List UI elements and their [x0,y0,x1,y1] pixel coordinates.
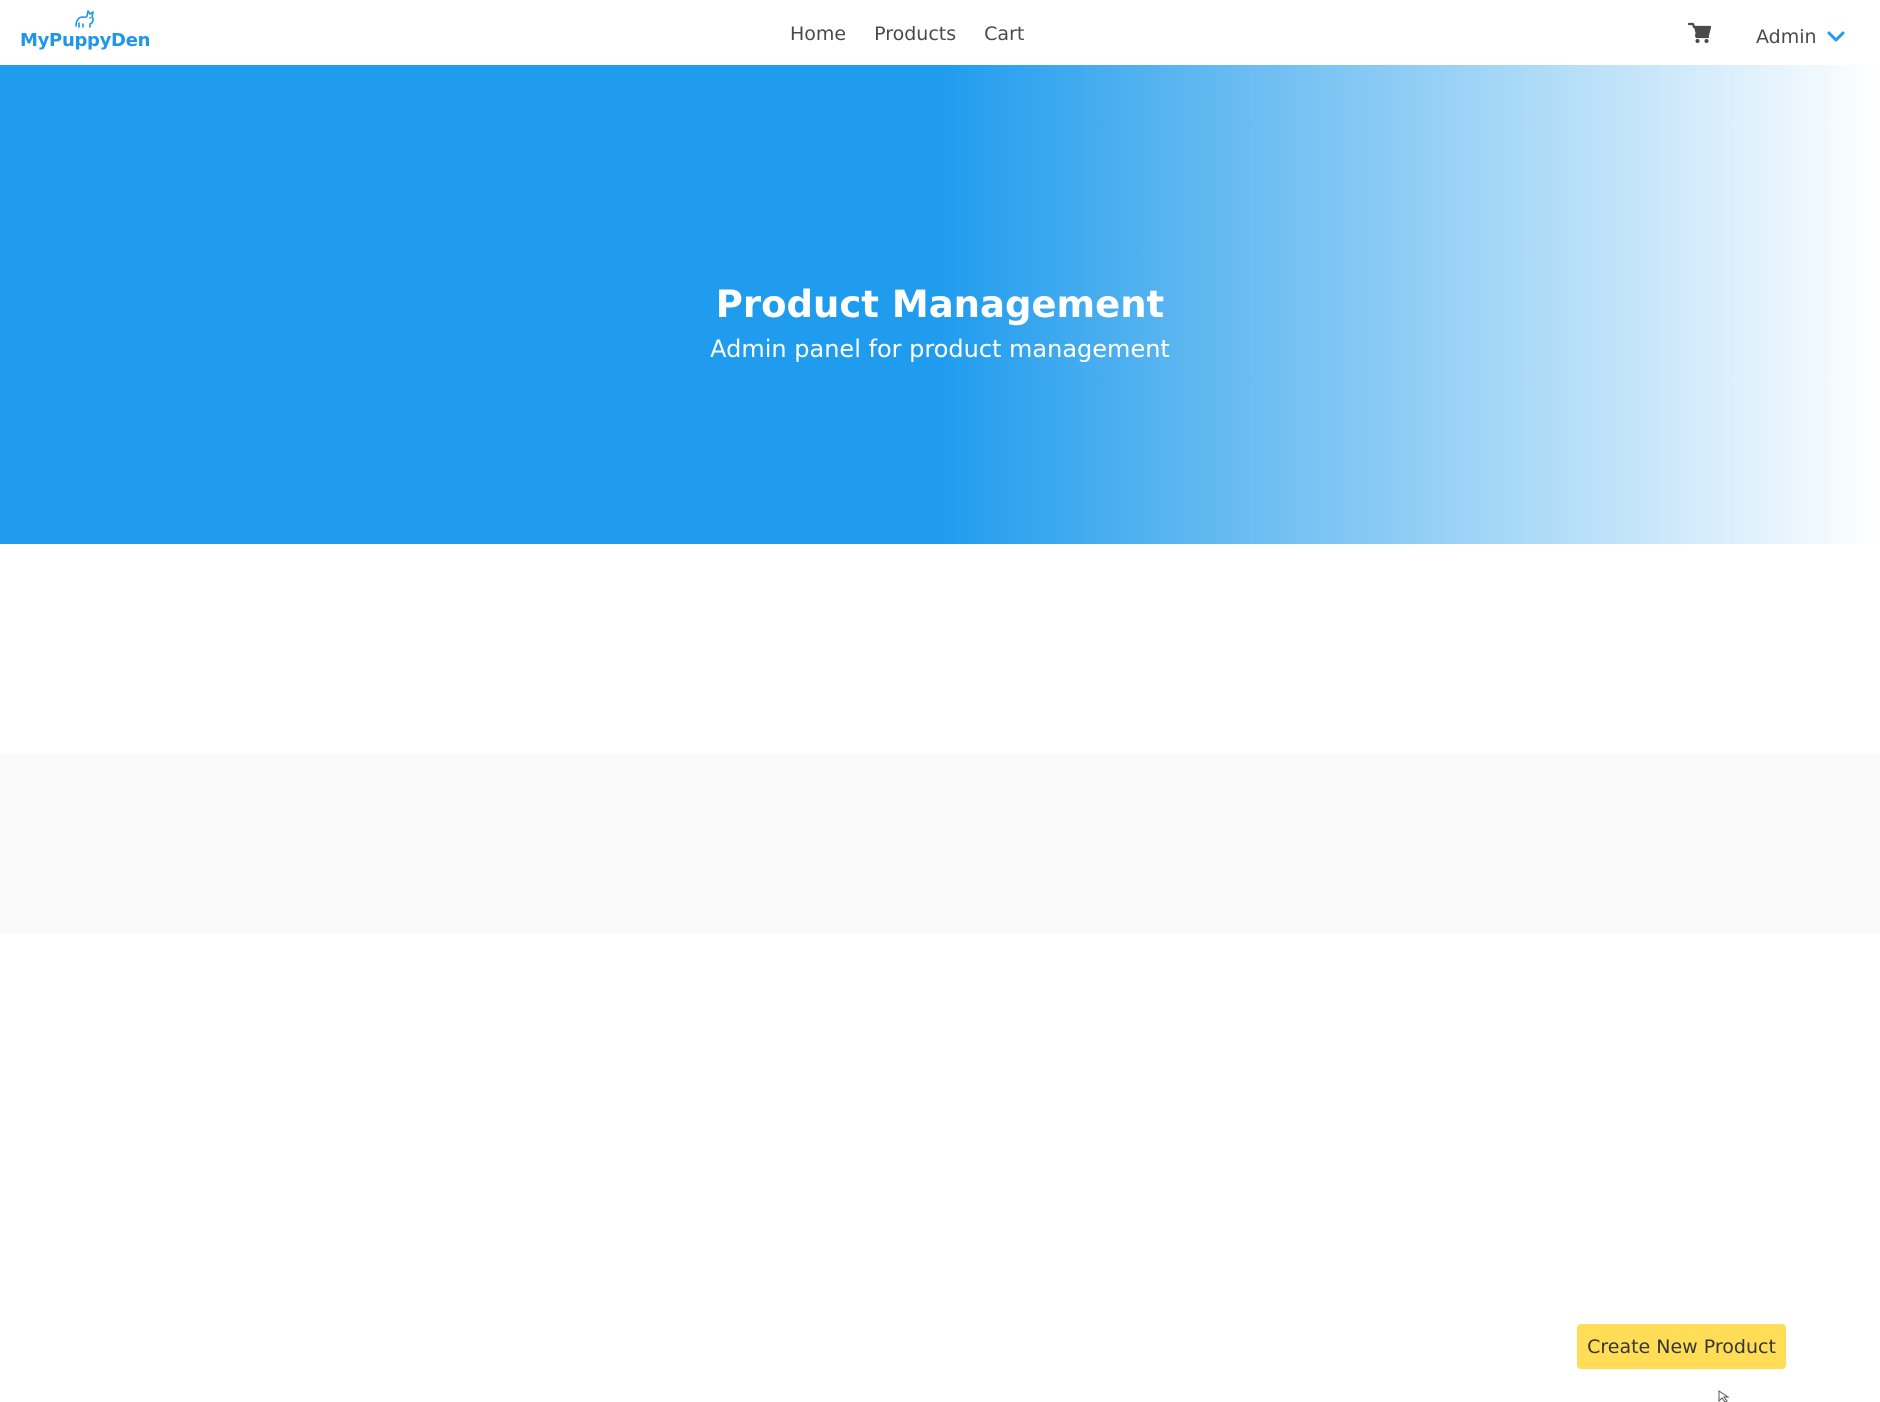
content-band [0,754,1880,933]
main-nav: Home Products Cart [790,20,1024,50]
brand-name: MyPuppyDen [20,30,151,51]
top-navbar: MyPuppyDen Home Products Cart Admin [0,0,1880,65]
page-title: Product Management [715,283,1165,326]
hero-banner: Product Management Admin panel for produ… [0,65,1880,544]
page-subtitle: Admin panel for product management [710,335,1170,363]
puppy-icon [75,10,94,28]
user-menu[interactable]: Admin [1756,22,1845,52]
nav-link-cart[interactable]: Cart [984,20,1024,50]
create-new-product-button[interactable]: Create New Product [1577,1324,1786,1369]
nav-link-products[interactable]: Products [874,20,956,50]
nav-link-home[interactable]: Home [790,20,846,50]
mouse-pointer-icon [1718,1390,1730,1402]
shopping-cart-icon[interactable] [1688,22,1712,44]
chevron-down-icon [1827,31,1845,42]
user-menu-label: Admin [1756,26,1817,48]
brand-logo-link[interactable]: MyPuppyDen [20,6,150,56]
